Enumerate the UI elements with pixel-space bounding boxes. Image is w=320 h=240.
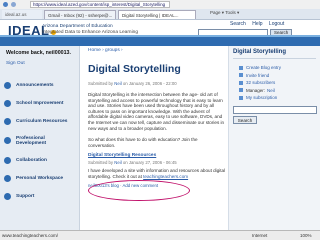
byline-prefix: Submitted by bbox=[88, 160, 114, 166]
comment-byline: Submitted by Neil on January 27, 2006 - … bbox=[88, 160, 226, 165]
byline-date: on January 27, 2006 - 06:45 bbox=[122, 160, 177, 166]
status-bar: www.teachingteachers.com/ Internet 100% bbox=[0, 230, 320, 240]
bullet-icon bbox=[4, 137, 11, 144]
post-footer-links[interactable]: neil00013's blog · Add new comment bbox=[88, 183, 226, 188]
logout-link[interactable]: Logout bbox=[269, 21, 284, 27]
sidebar-item-label: Professional Development bbox=[16, 135, 47, 146]
bullet-icon bbox=[239, 80, 243, 85]
address-input[interactable]: https://www.ideal.azed.gov/content/isp_i… bbox=[30, 1, 170, 8]
group-title: Digital Storytelling bbox=[233, 49, 316, 59]
link-text: My subscription bbox=[246, 95, 278, 100]
favorites-label[interactable]: ideal.az.us bbox=[2, 9, 42, 19]
welcome-text: Welcome back, neil00013. bbox=[6, 50, 71, 56]
sidebar-item-support[interactable]: Support bbox=[0, 191, 79, 202]
comment-body: I have developed a site with information… bbox=[88, 168, 226, 179]
invite-friend-link[interactable]: Invite friend bbox=[239, 73, 316, 78]
bullet-icon bbox=[4, 192, 11, 200]
bullet-icon bbox=[4, 99, 11, 107]
resources-link[interactable]: Digital Storytelling Resources bbox=[88, 153, 226, 158]
bullet-icon bbox=[239, 88, 243, 92]
author-link[interactable]: Neil bbox=[114, 81, 121, 86]
sidebar-item-announcements[interactable]: Announcements bbox=[0, 80, 79, 91]
tab-digital-storytelling[interactable]: Digital Storytelling | IDEAL... bbox=[118, 9, 196, 19]
sign-out-link[interactable]: Sign Out bbox=[0, 61, 79, 66]
security-zone: Internet bbox=[252, 233, 268, 238]
sidebar-item-label: Support bbox=[16, 193, 35, 199]
sidebar-item-label: Announcements bbox=[16, 82, 54, 88]
bullet-icon bbox=[239, 95, 243, 100]
link-text: Neil bbox=[267, 87, 275, 93]
link-text: Create Blog entry bbox=[246, 65, 282, 70]
right-sidebar: Digital Storytelling Create Blog entry I… bbox=[228, 46, 320, 230]
sidebar-item-label: School Improvement bbox=[16, 100, 64, 106]
sidebar-item-personal-workspace[interactable]: Personal Workspace bbox=[0, 173, 79, 184]
sidebar-search-input[interactable] bbox=[233, 106, 317, 114]
zoom-level[interactable]: 100% bbox=[300, 231, 312, 240]
teachingteachers-link[interactable]: teachingteachers.com bbox=[143, 174, 188, 179]
sidebar-item-curriculum-resources[interactable]: Curriculum Resources bbox=[0, 116, 79, 127]
author-link[interactable]: Neil bbox=[114, 160, 121, 165]
search-link[interactable]: Search bbox=[230, 21, 246, 27]
tab-label: Gmail - Inbox (92) - ssherpe@... bbox=[48, 12, 113, 18]
left-sidebar: Welcome back, neil00013. Sign Out Announ… bbox=[0, 46, 80, 230]
sidebar-item-label: Curriculum Resources bbox=[16, 118, 68, 124]
subscribers-link[interactable]: 32 subscribers bbox=[239, 80, 316, 85]
bullet-icon bbox=[239, 73, 243, 77]
post-body: Digital Storytelling is the intersection… bbox=[88, 92, 225, 131]
breadcrumb[interactable]: Home › groups › bbox=[88, 48, 226, 53]
manager-link[interactable]: Manager: Neil bbox=[239, 88, 316, 93]
address-bar-region: https://www.ideal.azed.gov/content/isp_i… bbox=[0, 0, 320, 9]
create-blog-link[interactable]: Create Blog entry bbox=[239, 65, 316, 70]
sidebar-item-professional-development[interactable]: Professional Development bbox=[0, 134, 79, 148]
tab-strip: ideal.az.us Gmail - Inbox (92) - ssherpe… bbox=[0, 9, 320, 20]
status-url: www.teachingteachers.com/ bbox=[2, 233, 59, 238]
forward-icon[interactable] bbox=[11, 2, 16, 7]
post-byline: Submitted by Neil on January 26, 2006 - … bbox=[88, 81, 226, 86]
bullet-icon bbox=[4, 81, 11, 89]
help-link[interactable]: Help bbox=[252, 21, 262, 27]
link-text: 32 subscribers bbox=[246, 80, 276, 85]
bullet-icon bbox=[4, 156, 11, 164]
link-text: Invite friend bbox=[246, 72, 270, 78]
back-icon[interactable] bbox=[3, 2, 8, 7]
sidebar-item-label: Personal Workspace bbox=[16, 175, 64, 181]
post-question: So what does this have to do with educat… bbox=[88, 137, 198, 148]
byline-prefix: Submitted by bbox=[88, 81, 114, 86]
sidebar-item-collaboration[interactable]: Collaboration bbox=[0, 155, 79, 166]
bullet-icon bbox=[4, 174, 11, 182]
tab-gmail[interactable]: Gmail - Inbox (92) - ssherpe@... bbox=[44, 9, 116, 19]
sidebar-item-label: Collaboration bbox=[16, 157, 47, 163]
tab-label: Digital Storytelling | IDEAL... bbox=[122, 12, 179, 18]
page-title: Digital Storytelling bbox=[88, 63, 181, 75]
sidebar-search-button[interactable]: Search bbox=[233, 116, 257, 124]
manager-label: Manager: bbox=[246, 87, 266, 93]
bullet-icon bbox=[4, 117, 11, 125]
top-links: Search Help Logout bbox=[230, 21, 289, 27]
byline-date: on January 26, 2006 - 22:00 bbox=[122, 81, 177, 86]
main-content: Home › groups › Digital Storytelling Sub… bbox=[88, 48, 226, 188]
sidebar-item-school-improvement[interactable]: School Improvement bbox=[0, 98, 79, 109]
command-bar[interactable]: Page ▾ Tools ▾ bbox=[210, 10, 239, 16]
bullet-icon bbox=[239, 65, 243, 70]
nav-bar bbox=[0, 35, 320, 46]
my-subscription-link[interactable]: My subscription bbox=[239, 95, 316, 100]
